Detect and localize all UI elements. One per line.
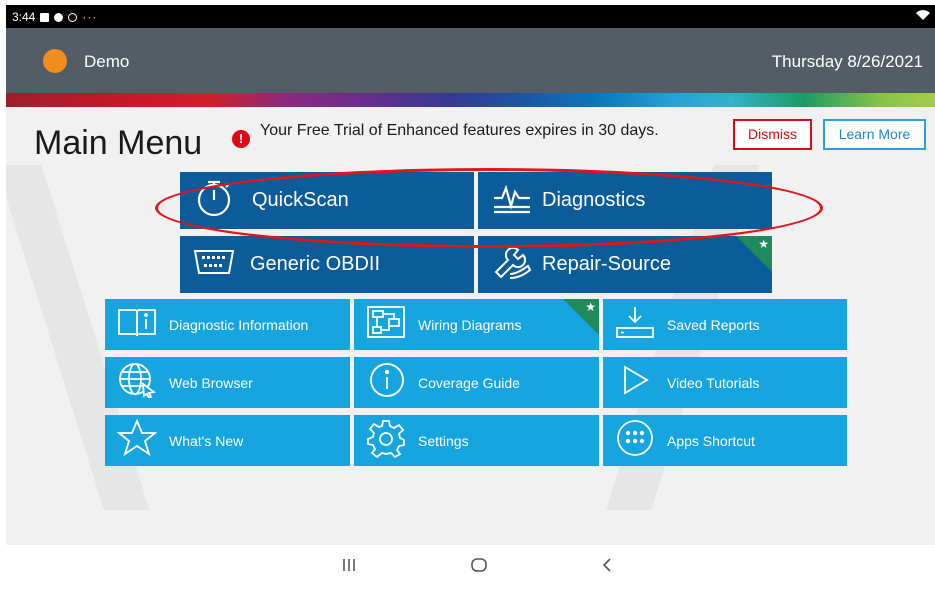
diagnostics-label: Diagnostics — [542, 189, 646, 211]
clock: 3:44 — [12, 10, 36, 24]
sync-icon — [68, 12, 78, 22]
whats-new-label: What's New — [169, 432, 244, 449]
play-icon — [619, 363, 653, 402]
generic-obdii-tile[interactable]: Generic OBDII — [180, 236, 474, 293]
info-circle-icon — [368, 361, 406, 404]
obd-connector-icon — [192, 247, 236, 282]
saved-reports-label: Saved Reports — [667, 316, 760, 333]
waveform-icon — [492, 180, 532, 221]
wrench-hand-icon — [490, 244, 534, 285]
star-icon: ★ — [585, 300, 596, 314]
wifi-icon — [915, 9, 931, 24]
overflow-indicator: ··· — [82, 10, 98, 24]
image-icon — [40, 12, 50, 22]
whats-new-tile[interactable]: What's New — [105, 415, 350, 466]
brand-stripe — [6, 93, 935, 107]
wiring-diagrams-label: Wiring Diagrams — [418, 316, 522, 333]
header-date: Thursday 8/26/2021 — [771, 52, 923, 71]
apps-shortcut-tile[interactable]: Apps Shortcut — [603, 415, 847, 466]
trial-notice: Your Free Trial of Enhanced features exp… — [260, 122, 659, 139]
web-browser-tile[interactable]: Web Browser — [105, 357, 350, 408]
generic-obdii-label: Generic OBDII — [250, 253, 381, 275]
status-bar: 3:44 ··· — [6, 5, 935, 28]
apps-shortcut-label: Apps Shortcut — [667, 432, 755, 449]
download-tray-icon — [615, 305, 655, 344]
settings-tile[interactable]: Settings — [354, 415, 599, 466]
saved-reports-tile[interactable]: Saved Reports — [603, 299, 847, 350]
wiring-diagrams-tile[interactable]: Wiring Diagrams ★ — [354, 299, 599, 350]
diagnostics-tile[interactable]: Diagnostics — [478, 172, 772, 229]
learn-more-button[interactable]: Learn More — [823, 119, 926, 150]
diagnostic-information-label: Diagnostic Information — [169, 316, 309, 333]
coverage-guide-label: Coverage Guide — [418, 374, 520, 391]
alert-icon: ! — [232, 130, 250, 148]
system-nav-bar — [6, 545, 935, 591]
quickscan-label: QuickScan — [252, 189, 349, 211]
apps-grid-icon — [615, 418, 655, 463]
back-icon[interactable] — [601, 557, 613, 578]
profile-name[interactable]: Demo — [84, 52, 129, 72]
main-content: \ / Main Menu ! Your Free Trial of Enhan… — [6, 107, 935, 545]
diagnostic-information-tile[interactable]: Diagnostic Information — [105, 299, 350, 350]
web-browser-label: Web Browser — [169, 374, 253, 391]
recent-apps-icon[interactable] — [342, 557, 356, 578]
video-tutorials-tile[interactable]: Video Tutorials — [603, 357, 847, 408]
quickscan-tile[interactable]: QuickScan — [180, 172, 474, 229]
globe-cursor-icon — [117, 362, 157, 403]
dismiss-button[interactable]: Dismiss — [733, 119, 812, 150]
wiring-diagram-icon — [366, 305, 406, 344]
coverage-guide-tile[interactable]: Coverage Guide — [354, 357, 599, 408]
star-icon: ★ — [758, 237, 769, 251]
app-header: Demo Thursday 8/26/2021 — [6, 28, 935, 93]
profile-avatar[interactable] — [43, 49, 67, 73]
gear-icon — [366, 418, 406, 463]
home-icon[interactable] — [470, 557, 488, 578]
page-title: Main Menu — [34, 124, 203, 162]
book-info-icon — [117, 306, 157, 343]
repair-source-label: Repair-Source — [542, 253, 671, 275]
settings-label: Settings — [418, 432, 469, 449]
star-outline-icon — [116, 418, 158, 462]
bag-icon — [54, 12, 64, 22]
stopwatch-icon — [194, 178, 234, 223]
repair-source-tile[interactable]: Repair-Source ★ — [478, 236, 772, 293]
video-tutorials-label: Video Tutorials — [667, 374, 760, 391]
